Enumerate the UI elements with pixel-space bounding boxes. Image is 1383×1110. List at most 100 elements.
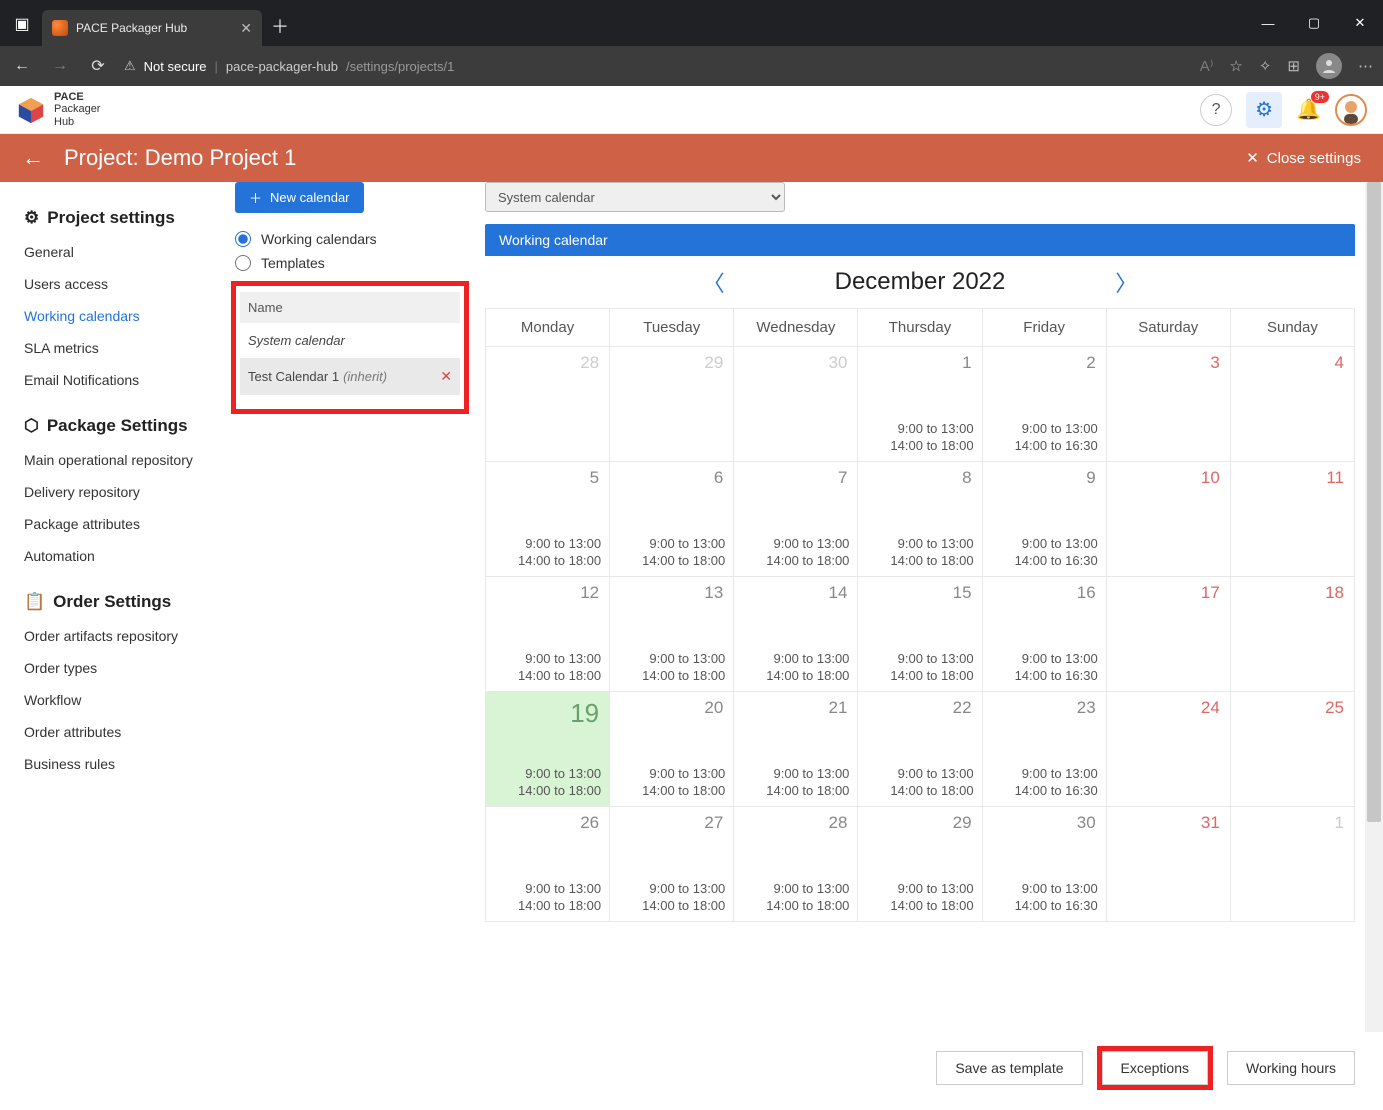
app-logo[interactable]: PACE Packager Hub	[16, 91, 100, 127]
calendar-day[interactable]: 129:00 to 13:0014:00 to 18:00	[486, 577, 610, 692]
sidebar-item-sla-metrics[interactable]: SLA metrics	[0, 332, 224, 364]
calendar-day[interactable]: 169:00 to 13:0014:00 to 16:30	[982, 577, 1106, 692]
profile-icon[interactable]	[1316, 53, 1342, 79]
sidebar-item-package-attributes[interactable]: Package attributes	[0, 508, 224, 540]
calendar-row-system[interactable]: System calendar	[240, 323, 460, 358]
calendar-day[interactable]: 79:00 to 13:0014:00 to 18:00	[734, 462, 858, 577]
radio-templates[interactable]: Templates	[231, 251, 469, 275]
calendar-day[interactable]: 159:00 to 13:0014:00 to 18:00	[858, 577, 982, 692]
calendar-day[interactable]: 28	[486, 347, 610, 462]
calendar-day[interactable]: 11	[1230, 462, 1354, 577]
scrollbar-thumb[interactable]	[1367, 182, 1381, 822]
day-hours: 9:00 to 13:0014:00 to 16:30	[1015, 650, 1098, 685]
calendar-day[interactable]: 209:00 to 13:0014:00 to 18:00	[610, 692, 734, 807]
calendar-day[interactable]: 25	[1230, 692, 1354, 807]
sidebar-item-general[interactable]: General	[0, 236, 224, 268]
calendar-day[interactable]: 29:00 to 13:0014:00 to 16:30	[982, 347, 1106, 462]
sidebar-item-working-calendars[interactable]: Working calendars	[0, 300, 224, 332]
sidebar-item-workflow[interactable]: Workflow	[0, 684, 224, 716]
calendar-day[interactable]: 17	[1106, 577, 1230, 692]
sidebar-item-order-types[interactable]: Order types	[0, 652, 224, 684]
sidebar-item-delivery-repository[interactable]: Delivery repository	[0, 476, 224, 508]
calendar-day[interactable]: 19:00 to 13:0014:00 to 18:00	[858, 347, 982, 462]
project-title: Project: Demo Project 1	[64, 145, 296, 171]
notifications-button[interactable]: 🔔 9+	[1296, 97, 1321, 122]
radio-input-working[interactable]	[235, 231, 251, 247]
close-window-button[interactable]: ✕	[1337, 0, 1383, 46]
new-calendar-button[interactable]: ＋ New calendar	[235, 182, 364, 213]
calendar-day[interactable]: 99:00 to 13:0014:00 to 16:30	[982, 462, 1106, 577]
calendar-day[interactable]: 89:00 to 13:0014:00 to 18:00	[858, 462, 982, 577]
calendar-day[interactable]: 219:00 to 13:0014:00 to 18:00	[734, 692, 858, 807]
sidebar-item-order-attributes[interactable]: Order attributes	[0, 716, 224, 748]
minimize-button[interactable]: —	[1245, 0, 1291, 46]
calendar-day[interactable]: 199:00 to 13:0014:00 to 18:00	[486, 692, 610, 807]
prev-month-button[interactable]: 〈	[703, 266, 725, 298]
calendar-day[interactable]: 18	[1230, 577, 1354, 692]
calendar-row-test[interactable]: Test Calendar 1 (inherit) ✕	[240, 358, 460, 395]
calendar-day[interactable]: 279:00 to 13:0014:00 to 18:00	[610, 807, 734, 922]
save-as-template-button[interactable]: Save as template	[936, 1051, 1082, 1085]
calendar-day[interactable]: 289:00 to 13:0014:00 to 18:00	[734, 807, 858, 922]
calendar-day[interactable]: 30	[734, 347, 858, 462]
radio-input-templates[interactable]	[235, 255, 251, 271]
calendar-list-header: Name	[240, 292, 460, 323]
sidebar-item-main-operational-repository[interactable]: Main operational repository	[0, 444, 224, 476]
tabs-overview-icon[interactable]: ▣	[8, 10, 36, 38]
new-tab-button[interactable]: ＋	[266, 12, 294, 40]
calendar-day[interactable]: 1	[1230, 807, 1354, 922]
sidebar-item-automation[interactable]: Automation	[0, 540, 224, 572]
calendar-day[interactable]: 59:00 to 13:0014:00 to 18:00	[486, 462, 610, 577]
refresh-button[interactable]: ⟳	[86, 56, 110, 76]
scrollbar[interactable]	[1365, 182, 1383, 1032]
maximize-button[interactable]: ▢	[1291, 0, 1337, 46]
calendar-select[interactable]: System calendar	[485, 182, 785, 212]
security-label: Not secure	[144, 59, 207, 74]
calendar-day[interactable]: 139:00 to 13:0014:00 to 18:00	[610, 577, 734, 692]
settings-button[interactable]: ⚙	[1246, 92, 1282, 128]
calendar-day[interactable]: 309:00 to 13:0014:00 to 16:30	[982, 807, 1106, 922]
sidebar-item-order-artifacts-repository[interactable]: Order artifacts repository	[0, 620, 224, 652]
day-number: 21	[829, 698, 848, 718]
calendar-day[interactable]: 10	[1106, 462, 1230, 577]
day-number: 5	[590, 468, 599, 488]
calendar-day[interactable]: 4	[1230, 347, 1354, 462]
sidebar-item-email-notifications[interactable]: Email Notifications	[0, 364, 224, 396]
calendar-day[interactable]: 299:00 to 13:0014:00 to 18:00	[858, 807, 982, 922]
browser-tab[interactable]: PACE Packager Hub ✕	[42, 10, 262, 46]
calendar-day[interactable]: 229:00 to 13:0014:00 to 18:00	[858, 692, 982, 807]
sidebar-item-business-rules[interactable]: Business rules	[0, 748, 224, 780]
calendar-day[interactable]: 3	[1106, 347, 1230, 462]
calendar-day[interactable]: 69:00 to 13:0014:00 to 18:00	[610, 462, 734, 577]
more-menu-icon[interactable]: ⋯	[1358, 57, 1373, 75]
cube-outline-icon: ⬡	[24, 416, 39, 436]
project-back-button[interactable]: ←	[22, 145, 44, 171]
favorites-icon[interactable]: ☆	[1229, 57, 1242, 75]
calendar-day[interactable]: 31	[1106, 807, 1230, 922]
tab-close-icon[interactable]: ✕	[240, 20, 252, 37]
close-settings-button[interactable]: ✕ Close settings	[1246, 149, 1361, 167]
exceptions-button[interactable]: Exceptions	[1102, 1051, 1208, 1085]
user-avatar[interactable]	[1335, 94, 1367, 126]
dow-header: Sunday	[1230, 309, 1354, 347]
help-button[interactable]: ?	[1200, 94, 1232, 126]
calendar-day[interactable]: 24	[1106, 692, 1230, 807]
next-month-button[interactable]: 〉	[1115, 266, 1137, 298]
calendar-day[interactable]: 269:00 to 13:0014:00 to 18:00	[486, 807, 610, 922]
sidebar-item-users-access[interactable]: Users access	[0, 268, 224, 300]
day-hours: 9:00 to 13:0014:00 to 18:00	[890, 765, 973, 800]
collections-icon[interactable]: ⊞	[1287, 57, 1300, 75]
working-hours-button[interactable]: Working hours	[1227, 1051, 1355, 1085]
calendar-day[interactable]: 239:00 to 13:0014:00 to 16:30	[982, 692, 1106, 807]
back-button[interactable]: ←	[10, 57, 34, 75]
day-number: 3	[1210, 353, 1219, 373]
read-aloud-icon[interactable]: A⁾	[1200, 57, 1214, 75]
reading-list-icon[interactable]: ✧	[1259, 57, 1272, 75]
delete-calendar-icon[interactable]: ✕	[440, 368, 452, 385]
calendar-day[interactable]: 149:00 to 13:0014:00 to 18:00	[734, 577, 858, 692]
radio-working-calendars[interactable]: Working calendars	[231, 227, 469, 251]
address-bar[interactable]: ⚠ Not secure | pace-packager-hub/setting…	[124, 58, 1186, 74]
calendar-row-inherit-label: (inherit)	[343, 369, 387, 384]
favicon-icon	[52, 20, 68, 36]
calendar-day[interactable]: 29	[610, 347, 734, 462]
